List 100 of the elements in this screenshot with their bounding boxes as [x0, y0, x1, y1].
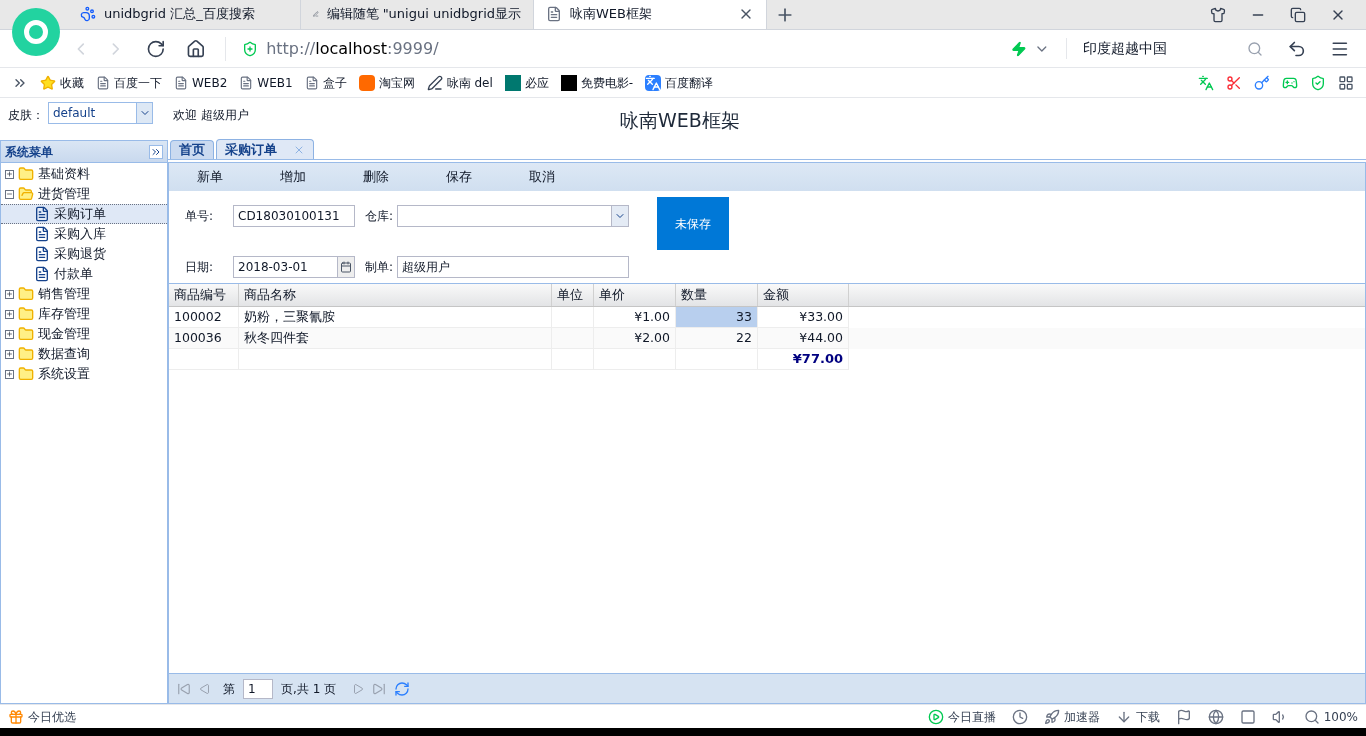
- browser-tab[interactable]: 咏南WEB框架: [534, 0, 767, 29]
- tree-label: 库存管理: [38, 304, 90, 323]
- paw-icon: [80, 6, 96, 22]
- tree-label: 进货管理: [38, 184, 90, 203]
- pager-text: 第: [223, 680, 235, 698]
- shield-icon: [242, 40, 259, 57]
- tree-label: 付款单: [54, 264, 93, 283]
- tree-item[interactable]: 进货管理: [1, 184, 167, 204]
- folder-icon: [18, 366, 34, 382]
- expand-icon[interactable]: [5, 289, 14, 299]
- bookmark-link[interactable]: WEB2: [174, 73, 228, 92]
- bookmark-link[interactable]: 淘宝网: [358, 73, 415, 92]
- search-field[interactable]: 印度超越中国: [1066, 38, 1263, 59]
- field-label: 制单:: [363, 258, 394, 276]
- tree-item[interactable]: 系统设置: [1, 364, 167, 384]
- url-text: http://localhost:9999/: [266, 37, 439, 60]
- toolbar-button[interactable]: 取消: [519, 167, 602, 187]
- star-icon: [40, 74, 56, 91]
- bookmark-link[interactable]: 咏南 del: [426, 73, 493, 92]
- maker-field[interactable]: 超级用户: [397, 255, 629, 278]
- column-header[interactable]: 金额: [758, 284, 849, 306]
- bookmark-link[interactable]: 盒子: [304, 73, 347, 92]
- address-field[interactable]: http://localhost:9999/: [225, 36, 1011, 61]
- form-icon: [34, 266, 50, 282]
- tree-label: 基础资料: [38, 164, 90, 183]
- expand-icon[interactable]: [5, 329, 14, 339]
- order-number-field[interactable]: CD18030100131: [233, 204, 355, 227]
- status-item[interactable]: 加速器: [1043, 707, 1100, 726]
- bookmark-link[interactable]: 免费电影-: [560, 73, 634, 92]
- tree-item[interactable]: 数据查询: [1, 344, 167, 364]
- gift-icon: [8, 708, 24, 725]
- tree-item[interactable]: 现金管理: [1, 324, 167, 344]
- sidebar-title: 系统菜单: [5, 143, 53, 161]
- key-icon[interactable]: [1254, 74, 1270, 91]
- status-button[interactable]: 未保存: [657, 197, 729, 250]
- page-icon: [239, 75, 254, 90]
- skin-select[interactable]: default: [48, 102, 153, 124]
- pager-text: 页,共 1 页: [281, 680, 337, 698]
- page-icon: [546, 6, 562, 22]
- table-cell: 33: [676, 307, 758, 328]
- search-icon[interactable]: [1246, 40, 1263, 57]
- page-tab[interactable]: 采购订单: [216, 139, 314, 159]
- bookmark-link[interactable]: WEB1: [239, 73, 293, 92]
- status-item[interactable]: 下载: [1115, 707, 1160, 726]
- tree-label: 采购入库: [54, 224, 106, 243]
- expand-icon[interactable]: [5, 349, 14, 359]
- toolbar-button[interactable]: 删除: [353, 167, 436, 187]
- tree-item[interactable]: 采购订单: [1, 204, 167, 224]
- tree-item[interactable]: 库存管理: [1, 304, 167, 324]
- form-icon: [34, 206, 50, 222]
- expand-icon[interactable]: [5, 169, 14, 179]
- bing-icon: [504, 74, 521, 91]
- scissors-icon[interactable]: [1226, 74, 1242, 91]
- page-tab[interactable]: 首页: [170, 140, 214, 159]
- field-label: 仓库:: [363, 207, 394, 225]
- tree-item[interactable]: 付款单: [1, 264, 167, 284]
- toolbar-button[interactable]: 新单: [187, 167, 270, 187]
- toolbar-button[interactable]: 增加: [270, 167, 353, 187]
- calendar-icon: [340, 260, 352, 273]
- rocket-icon: [1043, 708, 1060, 725]
- folder-icon: [18, 166, 34, 182]
- bookmark-link[interactable]: 百度一下: [96, 73, 162, 92]
- tree-item[interactable]: 基础资料: [1, 164, 167, 184]
- zoom-icon: [1303, 708, 1320, 725]
- status-text[interactable]: 今日优选: [28, 707, 76, 726]
- taobao-icon: [358, 74, 375, 91]
- column-header[interactable]: 单价: [594, 284, 676, 306]
- tree-item[interactable]: 采购退货: [1, 244, 167, 264]
- folder-icon: [18, 306, 34, 322]
- tree-label: 采购订单: [54, 204, 106, 223]
- tab-title: 咏南WEB框架: [570, 5, 653, 24]
- apps-icon[interactable]: [1338, 74, 1354, 91]
- expand-icon[interactable]: [5, 369, 14, 379]
- column-header[interactable]: 数量: [676, 284, 758, 306]
- status-item[interactable]: 100%: [1303, 707, 1358, 726]
- status-item[interactable]: 今日直播: [927, 707, 996, 726]
- column-header[interactable]: 商品名称: [239, 284, 552, 306]
- expand-icon[interactable]: [5, 309, 14, 319]
- column-header[interactable]: 单位: [552, 284, 594, 306]
- date-field[interactable]: 2018-03-01: [233, 255, 355, 278]
- tree-label: 采购退货: [54, 244, 106, 263]
- bookmark-link[interactable]: 必应: [504, 73, 549, 92]
- tree-item[interactable]: 采购入库: [1, 224, 167, 244]
- column-header[interactable]: 商品编号: [169, 284, 239, 306]
- page-number-field[interactable]: 1: [243, 678, 273, 699]
- tab-title: 编辑随笔 "unigui unidbgrid显示: [326, 5, 521, 24]
- tree-label: 系统设置: [38, 364, 90, 383]
- home-icon[interactable]: [185, 38, 206, 59]
- tree-item[interactable]: 销售管理: [1, 284, 167, 304]
- collapse-icon[interactable]: [5, 189, 14, 199]
- shirt-icon[interactable]: [1210, 6, 1226, 23]
- toolbar-button[interactable]: 保存: [436, 167, 519, 187]
- reload-icon[interactable]: [145, 38, 166, 59]
- bookmark-link[interactable]: 收藏: [40, 73, 84, 92]
- collapse-icon[interactable]: [149, 144, 163, 159]
- refresh-icon[interactable]: [394, 680, 411, 697]
- folder-icon: [18, 286, 34, 302]
- restore-icon[interactable]: [1290, 6, 1306, 23]
- bookmark-link[interactable]: 百度翻译: [645, 73, 714, 92]
- folder-icon: [18, 186, 34, 202]
